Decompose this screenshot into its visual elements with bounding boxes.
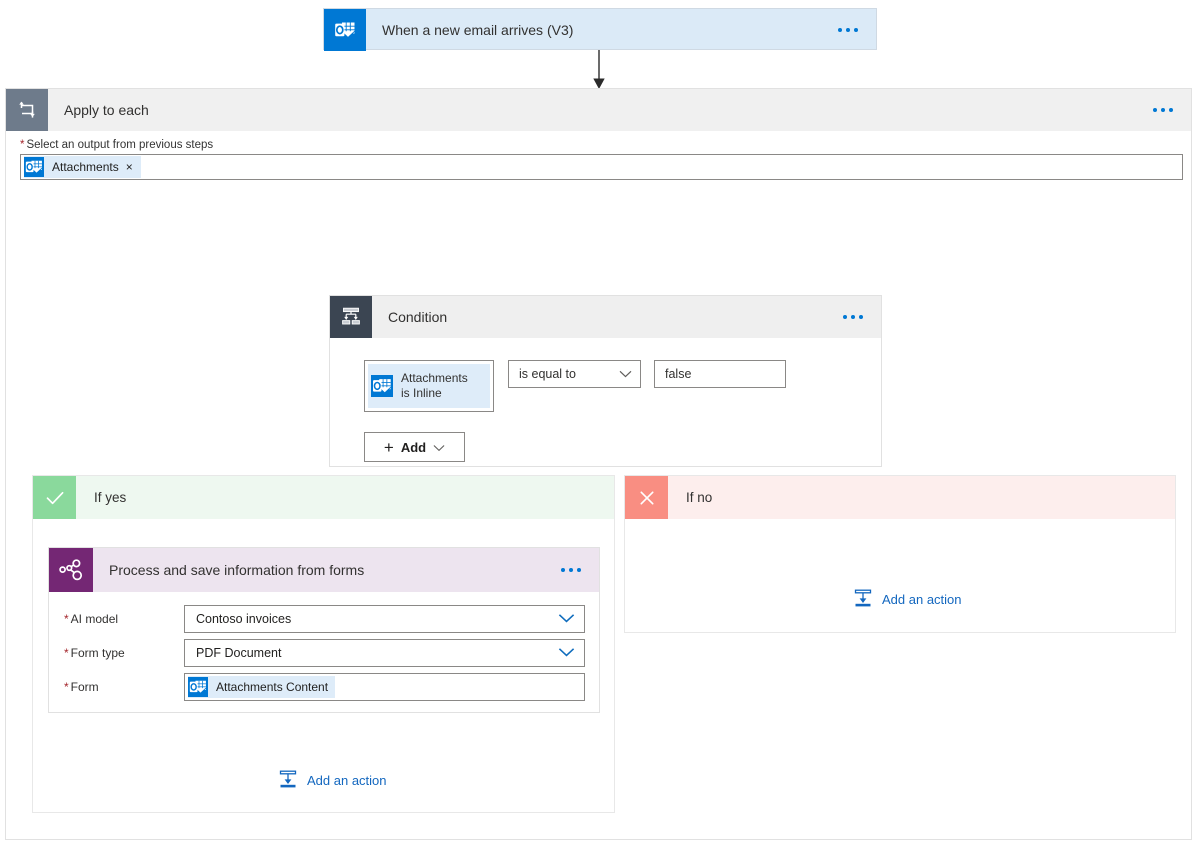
- branch-if-no-label: If no: [668, 490, 712, 505]
- trigger-title: When a new email arrives (V3): [366, 22, 838, 38]
- add-action-if-yes[interactable]: Add an action: [278, 769, 387, 792]
- apply-to-each-more-button[interactable]: [1153, 108, 1191, 112]
- field-label-text: AI model: [71, 612, 118, 626]
- condition-operator-dropdown[interactable]: is equal to: [508, 360, 641, 388]
- checkmark-icon: [33, 476, 76, 519]
- field-label-text: Form type: [71, 646, 125, 660]
- branch-if-no-header: If no: [625, 476, 1175, 519]
- token-chip-label: Attachments: [44, 160, 126, 174]
- condition-add-button[interactable]: + Add: [364, 432, 465, 462]
- apply-to-each-title: Apply to each: [48, 102, 1153, 118]
- field-label-ai-model: *AI model: [49, 612, 184, 626]
- token-chip-attachments-content[interactable]: Attachments Content: [188, 676, 335, 698]
- action-card-header: Process and save information from forms: [49, 548, 599, 592]
- form-type-value: PDF Document: [196, 646, 281, 660]
- required-asterisk: *: [64, 680, 69, 694]
- token-chip-lines: Attachments is Inline: [393, 371, 468, 401]
- branch-if-yes-label: If yes: [76, 490, 126, 505]
- field-row-form: *Form: [49, 670, 599, 704]
- token-chip-attachments-is-inline[interactable]: Attachments is Inline: [368, 364, 490, 408]
- action-card-process-forms[interactable]: Process and save information from forms …: [48, 547, 600, 713]
- condition-value-text: false: [665, 367, 691, 381]
- form-type-dropdown[interactable]: PDF Document: [184, 639, 585, 667]
- chevron-down-icon: [433, 440, 445, 455]
- condition-icon: [330, 296, 372, 338]
- loop-icon: [6, 89, 48, 131]
- field-row-ai-model: *AI model Contoso invoices: [49, 602, 599, 636]
- chevron-down-icon: [558, 646, 575, 660]
- ai-builder-icon: [49, 548, 93, 592]
- required-asterisk: *: [64, 646, 69, 660]
- chevron-down-icon: [558, 612, 575, 626]
- add-action-icon: [853, 588, 873, 611]
- condition-add-label: Add: [401, 440, 426, 455]
- outlook-icon: [24, 157, 44, 177]
- trigger-more-button[interactable]: [838, 28, 876, 32]
- condition-row: Attachments is Inline is equal to false: [364, 360, 881, 412]
- outlook-icon: [188, 677, 208, 697]
- condition-operator-value: is equal to: [519, 367, 576, 381]
- add-action-if-no[interactable]: Add an action: [853, 588, 962, 611]
- ai-model-dropdown[interactable]: Contoso invoices: [184, 605, 585, 633]
- form-input[interactable]: Attachments Content: [184, 673, 585, 701]
- action-card-fields: *AI model Contoso invoices *Form type: [49, 592, 599, 704]
- field-label-text: Form: [71, 680, 99, 694]
- chevron-down-icon: [619, 367, 632, 381]
- apply-to-each-output-input[interactable]: Attachments ×: [20, 154, 1183, 180]
- condition-left-operand[interactable]: Attachments is Inline: [364, 360, 494, 412]
- action-card-more-button[interactable]: [561, 568, 599, 572]
- apply-to-each-header: Apply to each: [6, 89, 1191, 131]
- close-icon[interactable]: ×: [126, 161, 141, 173]
- required-asterisk: *: [64, 612, 69, 626]
- condition-header: Condition: [330, 296, 881, 338]
- condition-title: Condition: [372, 309, 843, 325]
- branch-if-yes-header: If yes: [33, 476, 614, 519]
- token-chip-attachments[interactable]: Attachments ×: [24, 156, 141, 178]
- form-token-label: Attachments Content: [208, 680, 335, 694]
- field-label-form: *Form: [49, 680, 184, 694]
- condition-body: Attachments is Inline is equal to false: [330, 338, 881, 462]
- add-action-icon: [278, 769, 298, 792]
- apply-to-each-field-label: *Select an output from previous steps: [6, 131, 1191, 154]
- token-line-1: Attachments: [401, 371, 468, 386]
- add-action-label: Add an action: [882, 592, 962, 607]
- condition-value-input[interactable]: false: [654, 360, 786, 388]
- token-line-2: is Inline: [401, 386, 468, 401]
- trigger-card-email[interactable]: When a new email arrives (V3): [323, 8, 877, 50]
- condition-more-button[interactable]: [843, 315, 881, 319]
- close-icon: [625, 476, 668, 519]
- apply-to-each-body: *Select an output from previous steps: [6, 131, 1191, 180]
- connector-arrow: [592, 50, 606, 90]
- ai-model-value: Contoso invoices: [196, 612, 291, 626]
- field-label-form-type: *Form type: [49, 646, 184, 660]
- apply-to-each-container[interactable]: Apply to each *Select an output from pre…: [5, 88, 1192, 840]
- required-asterisk: *: [20, 139, 24, 151]
- field-row-form-type: *Form type PDF Document: [49, 636, 599, 670]
- flow-designer-canvas: When a new email arrives (V3) Apply to e…: [0, 0, 1197, 848]
- add-action-label: Add an action: [307, 773, 387, 788]
- outlook-icon: [371, 375, 393, 397]
- plus-icon: +: [384, 439, 394, 456]
- field-label-text: Select an output from previous steps: [26, 139, 213, 151]
- action-card-title: Process and save information from forms: [93, 562, 561, 578]
- trigger-card-header: When a new email arrives (V3): [324, 9, 876, 51]
- outlook-icon: [324, 9, 366, 51]
- condition-card[interactable]: Condition: [329, 295, 882, 467]
